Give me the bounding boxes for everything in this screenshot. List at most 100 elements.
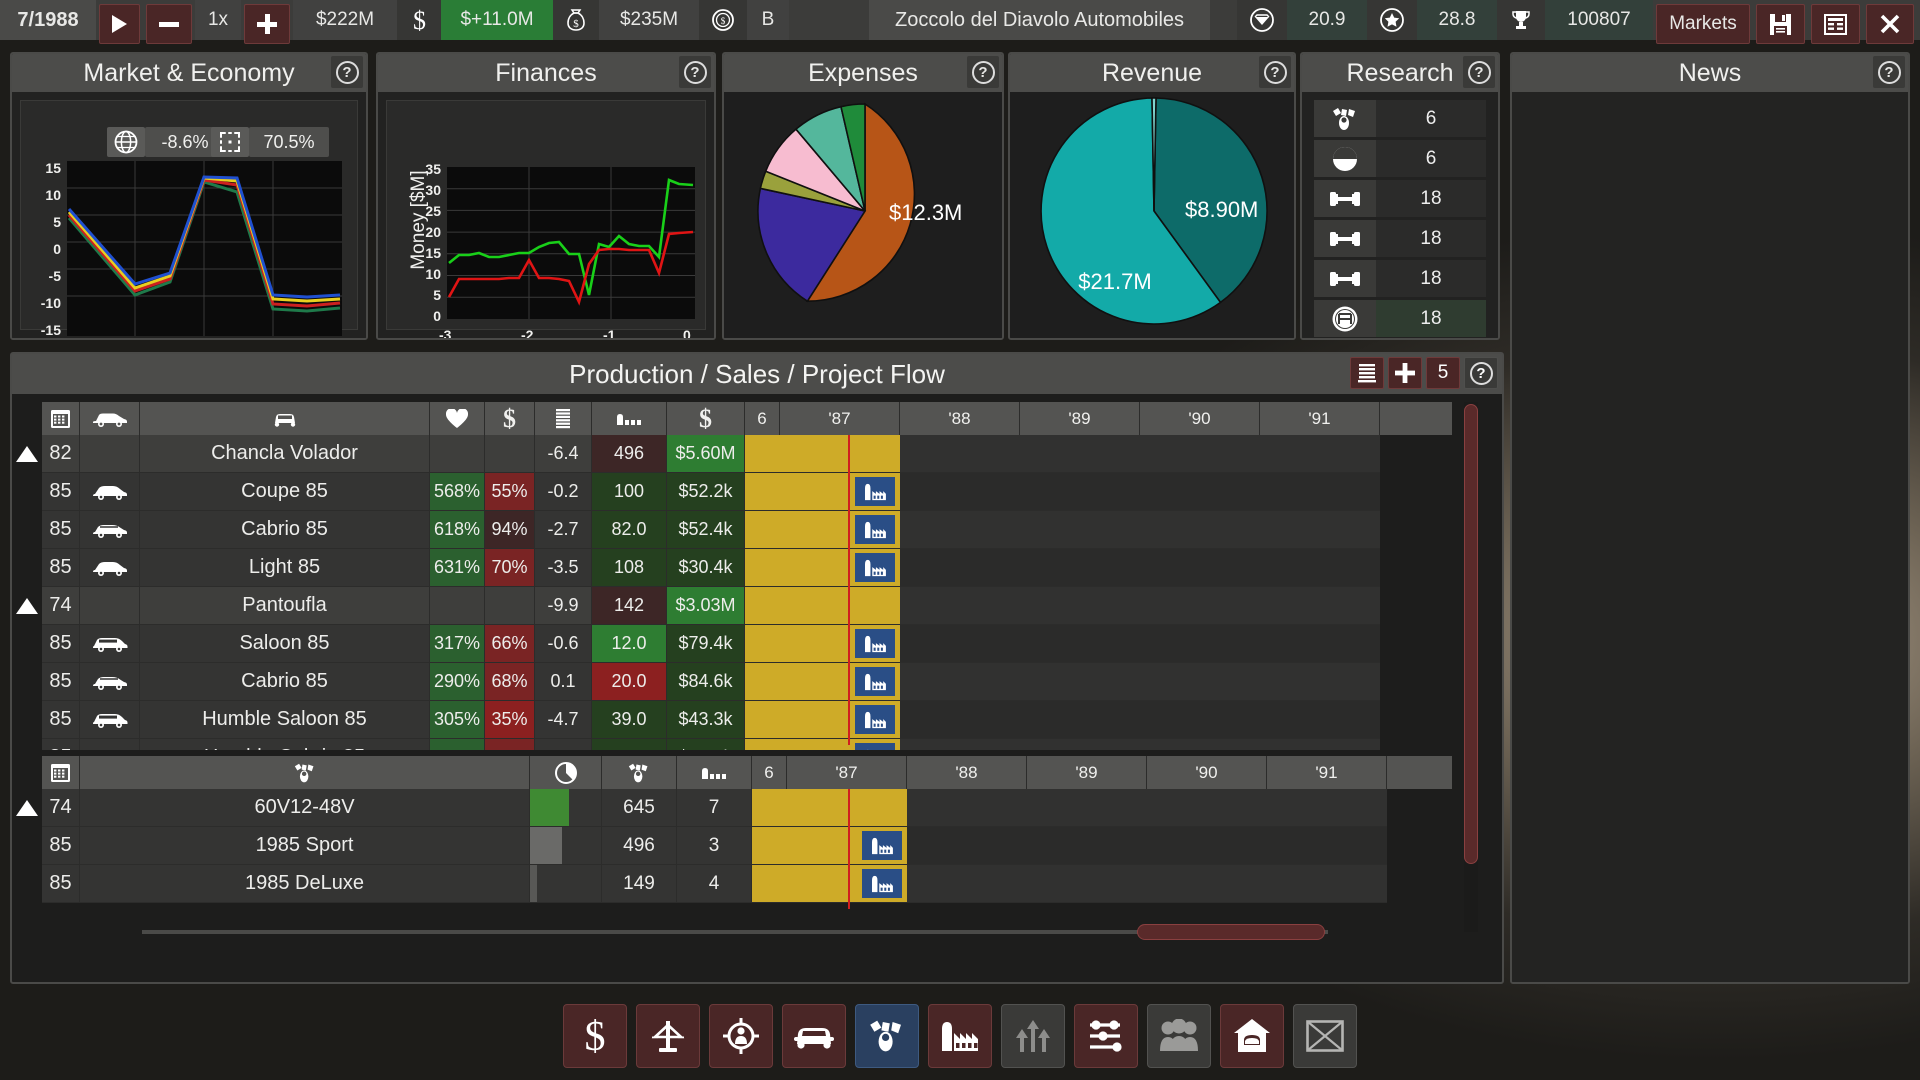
taskbar-mail-button[interactable] (1293, 1004, 1357, 1068)
factory-marker[interactable] (862, 869, 902, 898)
taskbar-engines-button[interactable] (855, 1004, 919, 1068)
table-row[interactable]: 85Humble Saloon 85305%35%-4.739.0$43.3k (42, 701, 1452, 739)
play-button[interactable] (99, 4, 140, 44)
col-engine-production[interactable] (677, 756, 752, 789)
y-tick: -5 (27, 268, 61, 284)
finances-help-button[interactable]: ? (679, 56, 711, 88)
cell-timeline[interactable] (745, 549, 1380, 587)
expand-group-button[interactable] (12, 435, 42, 473)
speed-up-button[interactable] (244, 4, 290, 44)
taskbar-finance-button[interactable]: $ (563, 1004, 627, 1068)
close-button[interactable] (1866, 4, 1914, 44)
research-row-gearbox[interactable]: 18 (1314, 300, 1486, 337)
cell-timeline[interactable] (745, 663, 1380, 701)
production-bar[interactable] (752, 789, 907, 826)
table-row[interactable]: 85Coupe 85568%55%-0.2100$52.2k (42, 473, 1452, 511)
cell-desirability (430, 435, 485, 473)
col-body-type[interactable] (80, 402, 140, 435)
cell-timeline[interactable] (752, 789, 1387, 827)
table-vertical-scrollbar-thumb[interactable] (1464, 404, 1478, 864)
table-row[interactable]: 85Cabrio 85290%68%0.120.0$84.6k (42, 663, 1452, 701)
research-help-button[interactable]: ? (1463, 56, 1495, 88)
globe-icon[interactable] (107, 127, 145, 157)
research-row-chassis-1[interactable]: 18 (1314, 180, 1486, 217)
taskbar-cars-button[interactable] (782, 1004, 846, 1068)
add-project-button[interactable] (1388, 357, 1422, 389)
factory-marker[interactable] (855, 515, 895, 544)
taskbar-legal-button[interactable] (636, 1004, 700, 1068)
col-model-name[interactable] (140, 402, 430, 435)
taskbar-target-button[interactable] (709, 1004, 773, 1068)
factory-marker[interactable] (862, 831, 902, 860)
col-production[interactable] (592, 402, 667, 435)
market-help-button[interactable]: ? (331, 56, 363, 88)
cell-year: 85 (42, 511, 80, 549)
list-view-button[interactable] (1350, 357, 1384, 389)
factory-marker[interactable] (855, 705, 895, 734)
table-row[interactable]: 85Cabrio 85618%94%-2.782.0$52.4k (42, 511, 1452, 549)
col-engine-usage[interactable] (530, 756, 602, 789)
production-bar[interactable] (745, 587, 900, 624)
x-tick: 0 (683, 327, 691, 340)
expenses-panel-header: Expenses ? (724, 54, 1002, 92)
taskbar-staff-button[interactable] (1147, 1004, 1211, 1068)
expand-group-button[interactable] (12, 789, 42, 827)
expenses-help-button[interactable]: ? (967, 56, 999, 88)
cell-timeline[interactable] (745, 625, 1380, 663)
cell-timeline[interactable] (745, 473, 1380, 511)
table-horizontal-scrollbar-thumb[interactable] (1137, 924, 1325, 940)
table-row-group[interactable]: 74Pantoufla-9.9142$3.03M (42, 587, 1452, 625)
main-window-help-button[interactable]: ? (1464, 357, 1498, 389)
factory-marker[interactable] (855, 553, 895, 582)
factory-marker[interactable] (855, 477, 895, 506)
factory-marker[interactable] (855, 629, 895, 658)
research-row-engine[interactable]: 6 (1314, 100, 1486, 137)
research-row-tire[interactable]: 6 (1314, 140, 1486, 177)
chassis-icon (1314, 220, 1376, 257)
factory-marker[interactable] (855, 667, 895, 696)
col-stock[interactable] (535, 402, 592, 435)
selection-icon[interactable] (211, 127, 249, 157)
col-engine-name[interactable] (80, 756, 530, 789)
table-row[interactable]: 851985 Sport4963 (42, 827, 1452, 865)
project-count[interactable]: 5 (1426, 357, 1460, 389)
reports-button[interactable] (1811, 4, 1860, 44)
taskbar-dealership-button[interactable] (1220, 1004, 1284, 1068)
cell-timeline[interactable] (752, 865, 1387, 903)
table-row[interactable]: 85Saloon 85317%66%-0.612.0$79.4k (42, 625, 1452, 663)
markets-button[interactable]: Markets (1656, 4, 1750, 44)
col-revenue[interactable]: $ (667, 402, 745, 435)
cell-timeline[interactable] (745, 587, 1380, 625)
cell-timeline[interactable] (752, 827, 1387, 865)
table-row[interactable]: 7460V12-48V6457 (42, 789, 1452, 827)
table-row[interactable]: 851985 DeLuxe1494 (42, 865, 1452, 903)
cell-timeline[interactable] (745, 511, 1380, 549)
col-price-ratio[interactable]: $ (485, 402, 535, 435)
taskbar-factory-button[interactable] (928, 1004, 992, 1068)
table-row[interactable]: 85Humble Cabrio 85261%64%-4.641.0$45.6k (42, 739, 1452, 750)
taskbar-distribution-button[interactable] (1001, 1004, 1065, 1068)
money-bag-icon: $ (553, 0, 599, 40)
col-year[interactable] (42, 756, 80, 789)
save-button[interactable] (1756, 4, 1805, 44)
research-row-chassis-2[interactable]: 18 (1314, 220, 1486, 257)
research-row-chassis-3[interactable]: 18 (1314, 260, 1486, 297)
table-row[interactable]: 85Light 85631%70%-3.5108$30.4k (42, 549, 1452, 587)
cell-year: 85 (42, 625, 80, 663)
col-desirability[interactable] (430, 402, 485, 435)
taskbar-settings-button[interactable] (1074, 1004, 1138, 1068)
revenue-help-button[interactable]: ? (1259, 56, 1291, 88)
col-engine-power[interactable] (602, 756, 677, 789)
factory-marker[interactable] (855, 743, 895, 750)
table-row-group[interactable]: 82Chancla Volador-6.4496$5.60M (42, 435, 1452, 473)
cell-timeline[interactable] (745, 701, 1380, 739)
speed-down-button[interactable] (146, 4, 192, 44)
timeline-year-1: '87 (787, 756, 907, 789)
news-help-button[interactable]: ? (1873, 56, 1905, 88)
cell-timeline[interactable] (745, 435, 1380, 473)
production-bar[interactable] (745, 435, 900, 472)
expand-group-button[interactable] (12, 587, 42, 625)
cell-timeline[interactable] (745, 739, 1380, 750)
minus-icon (159, 22, 179, 27)
col-year[interactable] (42, 402, 80, 435)
